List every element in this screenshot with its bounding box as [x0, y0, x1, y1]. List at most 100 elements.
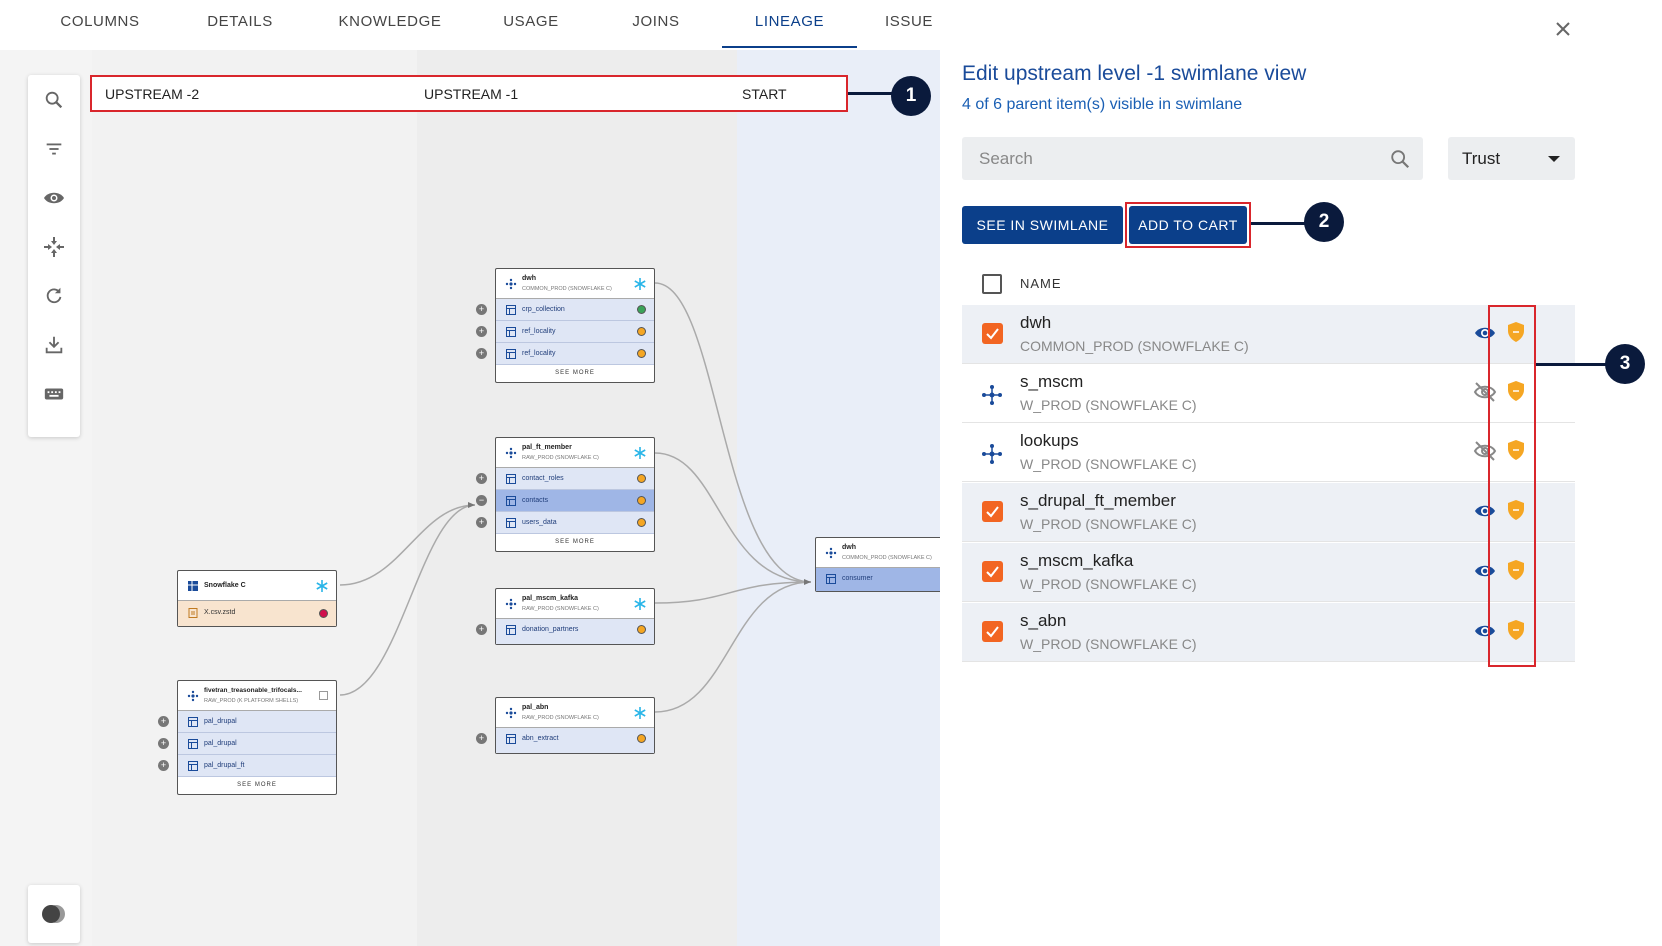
collapse-icon[interactable]	[40, 233, 68, 261]
edge-arrow-contacts	[468, 502, 475, 508]
callout-badge-3: 3	[1605, 344, 1645, 384]
tab-issues[interactable]: ISSUE	[885, 0, 945, 48]
node-row[interactable]: + donation_partners	[476, 619, 654, 644]
refresh-icon[interactable]	[40, 282, 68, 310]
keyboard-icon[interactable]	[40, 380, 68, 408]
expand-icon[interactable]: +	[476, 473, 487, 484]
node-row[interactable]: + abn_extract	[476, 728, 654, 753]
node-subtitle: RAW_PROD (SNOWFLAKE C)	[522, 715, 599, 721]
item-checkbox[interactable]	[982, 501, 1003, 522]
node-snowflake-c[interactable]: Snowflake C X.csv.zstd	[177, 570, 337, 627]
theme-toggle[interactable]	[28, 885, 80, 943]
tab-joins[interactable]: JOINS	[616, 0, 696, 48]
item-source: W_PROD (SNOWFLAKE C)	[1020, 516, 1197, 532]
table-icon	[188, 761, 198, 771]
list-item[interactable]: s_abn W_PROD (SNOWFLAKE C)	[962, 603, 1575, 662]
node-title: Snowflake C	[204, 582, 246, 589]
tab-lineage[interactable]: LINEAGE	[722, 0, 857, 48]
expand-icon[interactable]: +	[476, 326, 487, 337]
snowflake-icon	[315, 579, 329, 593]
node-row-selected[interactable]: − contacts	[476, 490, 654, 512]
status-dot	[637, 518, 646, 527]
snowflake-icon	[633, 597, 647, 611]
node-row[interactable]: X.csv.zstd	[178, 601, 336, 626]
expand-icon[interactable]: +	[158, 760, 169, 771]
node-pal-ft-member[interactable]: pal_ft_member RAW_PROD (SNOWFLAKE C) + co…	[476, 437, 655, 552]
expand-icon[interactable]: +	[476, 733, 487, 744]
expand-icon[interactable]: +	[476, 517, 487, 528]
trust-filter-select[interactable]: Trust	[1448, 137, 1575, 180]
callout-badge-2: 2	[1304, 202, 1344, 242]
node-subtitle: COMMON_PROD (SNOWFLAKE C)	[522, 286, 612, 292]
node-fivetran[interactable]: fivetran_treasonable_trifocals... RAW_PR…	[158, 680, 337, 795]
tab-usage[interactable]: USAGE	[490, 0, 572, 48]
node-row[interactable]: + pal_drupal	[158, 733, 336, 755]
name-column-header: NAME	[1020, 276, 1062, 291]
expand-icon[interactable]: +	[476, 304, 487, 315]
select-all-checkbox[interactable]	[982, 274, 1002, 294]
edge-member-start	[654, 452, 812, 583]
list-item[interactable]: dwh COMMON_PROD (SNOWFLAKE C)	[962, 305, 1575, 364]
tab-knowledge[interactable]: KNOWLEDGE	[330, 0, 450, 48]
node-row[interactable]: + users_data	[476, 512, 654, 534]
node-row[interactable]: + contact_roles	[476, 468, 654, 490]
expand-icon[interactable]: +	[158, 738, 169, 749]
toggle-icon	[42, 905, 65, 923]
edge-arrow-start	[804, 579, 811, 585]
list-item[interactable]: s_mscm W_PROD (SNOWFLAKE C)	[962, 364, 1575, 423]
eye-icon[interactable]	[40, 184, 68, 212]
node-row[interactable]: + ref_locality	[476, 343, 654, 365]
edge-snowflake-contacts	[339, 504, 476, 586]
list-item[interactable]: s_mscm_kafka W_PROD (SNOWFLAKE C)	[962, 543, 1575, 602]
node-row-selected[interactable]: consumer	[816, 568, 940, 591]
node-title: pal_ft_member	[522, 444, 572, 451]
list-item[interactable]: s_drupal_ft_member W_PROD (SNOWFLAKE C)	[962, 483, 1575, 542]
status-dot	[319, 609, 328, 618]
edge-dwh-start	[654, 282, 812, 583]
expand-icon[interactable]: +	[158, 716, 169, 727]
node-start-dwh[interactable]: dwh COMMON_PROD (SNOWFLAKE C) consumer	[815, 537, 940, 592]
row-label: donation_partners	[522, 626, 579, 633]
list-item[interactable]: lookups W_PROD (SNOWFLAKE C)	[962, 423, 1575, 482]
item-source: W_PROD (SNOWFLAKE C)	[1020, 576, 1197, 592]
node-subtitle: RAW_PROD (SNOWFLAKE C)	[522, 606, 599, 612]
search-icon[interactable]	[1389, 148, 1411, 170]
see-more-link[interactable]: SEE MORE	[178, 777, 336, 793]
tab-details[interactable]: DETAILS	[190, 0, 290, 48]
node-pal-abn[interactable]: pal_abn RAW_PROD (SNOWFLAKE C) + abn_extr…	[476, 697, 655, 754]
item-checkbox[interactable]	[982, 621, 1003, 642]
highlight-box-visibility	[1488, 305, 1536, 667]
see-more-link[interactable]: SEE MORE	[496, 534, 654, 550]
table-icon	[506, 474, 516, 484]
item-checkbox[interactable]	[982, 561, 1003, 582]
item-checkbox[interactable]	[982, 323, 1003, 344]
node-subtitle: RAW_PROD (SNOWFLAKE C)	[522, 455, 599, 461]
table-icon	[188, 717, 198, 727]
search-input[interactable]	[962, 137, 1362, 180]
node-row[interactable]: + ref_locality	[476, 321, 654, 343]
search-icon[interactable]	[40, 86, 68, 114]
expand-icon[interactable]: +	[476, 348, 487, 359]
lineage-canvas[interactable]: UPSTREAM -2 UPSTREAM -1 START 1 Snowflak…	[0, 50, 940, 946]
schema-icon	[825, 547, 837, 559]
schema-icon	[505, 598, 517, 610]
node-dwh[interactable]: dwh COMMON_PROD (SNOWFLAKE C) + crp_colle…	[476, 268, 655, 383]
edge-fivetran-contacts	[339, 504, 476, 696]
filter-icon[interactable]	[40, 135, 68, 163]
node-row[interactable]: + crp_collection	[476, 299, 654, 321]
node-subtitle: COMMON_PROD (SNOWFLAKE C)	[842, 555, 932, 561]
expand-icon[interactable]: +	[476, 624, 487, 635]
close-icon[interactable]	[1550, 16, 1576, 42]
download-icon[interactable]	[40, 331, 68, 359]
node-pal-mscm-kafka[interactable]: pal_mscm_kafka RAW_PROD (SNOWFLAKE C) + d…	[476, 588, 655, 645]
item-source: COMMON_PROD (SNOWFLAKE C)	[1020, 338, 1249, 354]
collapse-row-icon[interactable]: −	[476, 495, 487, 506]
row-label: pal_drupal	[204, 740, 237, 747]
tab-columns[interactable]: COLUMNS	[48, 0, 152, 48]
node-row[interactable]: + pal_drupal	[158, 711, 336, 733]
item-source: W_PROD (SNOWFLAKE C)	[1020, 456, 1197, 472]
see-in-swimlane-button[interactable]: SEE IN SWIMLANE	[962, 206, 1123, 244]
see-more-link[interactable]: SEE MORE	[496, 365, 654, 381]
node-checkbox[interactable]	[319, 691, 328, 700]
node-row[interactable]: + pal_drupal_ft	[158, 755, 336, 777]
